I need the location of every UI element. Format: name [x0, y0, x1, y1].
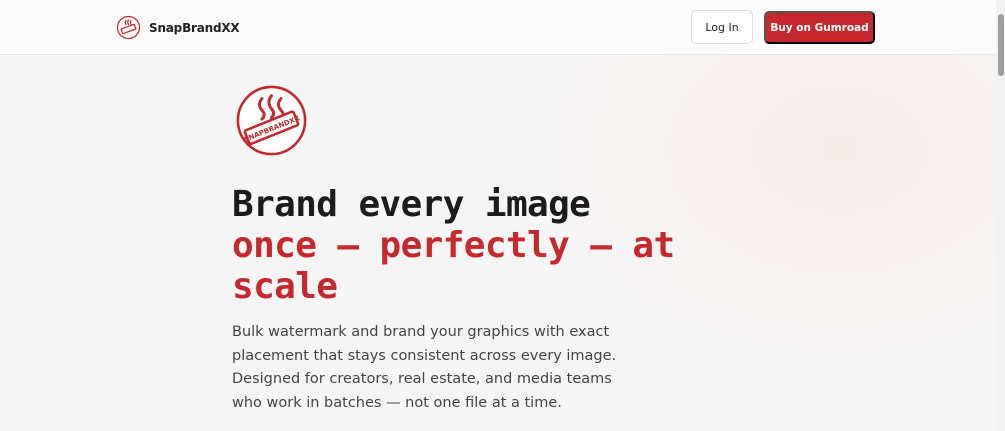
- hero-title-line: Brand every image: [232, 184, 591, 225]
- hero-logo-icon: SNAPBRANDXX: [236, 85, 307, 156]
- site-header: SnapBrandXX Log In Buy on Gumroad: [0, 0, 996, 55]
- hero-title-accent: once — perfectly — at scale: [232, 225, 675, 307]
- buy-on-gumroad-button[interactable]: Buy on Gumroad: [764, 11, 875, 44]
- landing-page: SnapBrandXX Log In Buy on Gumroad SNAPBR…: [0, 0, 1005, 431]
- hero-description: Bulk watermark and brand your graphics w…: [232, 324, 617, 411]
- brand-link[interactable]: SnapBrandXX: [116, 15, 240, 40]
- scrollbar-thumb[interactable]: [998, 14, 1004, 76]
- brand-name: SnapBrandXX: [149, 20, 240, 35]
- hero-title: Brand every image once — perfectly — at …: [232, 184, 752, 307]
- brand-logo-icon: [116, 15, 141, 40]
- login-button[interactable]: Log In: [691, 10, 753, 44]
